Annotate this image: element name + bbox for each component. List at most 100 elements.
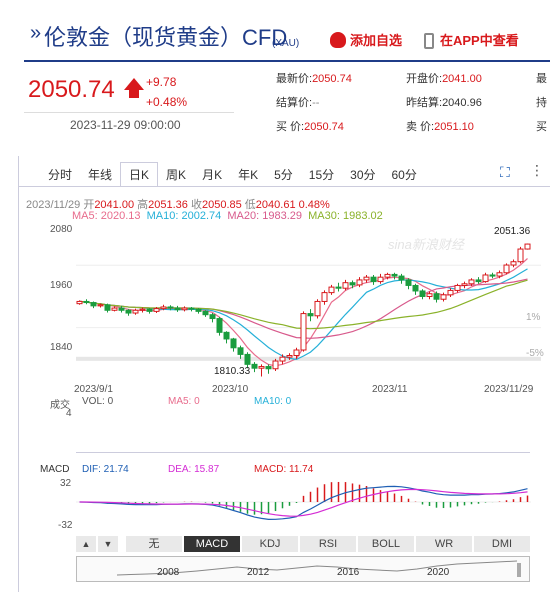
candle (517, 246, 524, 264)
ma5-label: MA5: 2020.13 (72, 210, 141, 222)
candle (272, 358, 279, 371)
volume-axis: 4 (66, 408, 72, 419)
dif-line (79, 485, 528, 521)
candle (83, 299, 90, 305)
macd-dea: DEA: 15.87 (168, 464, 220, 475)
candle (454, 283, 461, 293)
tab-9[interactable]: 60分 (384, 163, 425, 187)
tab-3[interactable]: 周K (158, 163, 194, 187)
candle (216, 316, 223, 336)
instrument-code: (XAU) (272, 38, 300, 49)
tab-5[interactable]: 年K (230, 163, 266, 187)
tabs-divider (18, 186, 550, 187)
nav-year-2008: 2008 (157, 567, 180, 578)
indicator-tab-2[interactable]: KDJ (242, 536, 298, 552)
indicator-tab-5[interactable]: WR (416, 536, 472, 552)
stat-prev-settle: 昨结算:2040.96 (406, 97, 482, 109)
fullscreen-icon[interactable]: ⛶ (500, 164, 510, 181)
candle (209, 313, 216, 323)
tab-8[interactable]: 30分 (342, 163, 383, 187)
candle (76, 300, 83, 305)
title-bar: » 伦敦金（现货黄金）CFD (XAU) 添加自选 在APP中查看 (0, 0, 550, 62)
nav-down-icon[interactable]: ▼ (98, 536, 118, 552)
nav-year-2016: 2016 (337, 567, 360, 578)
navigator-sparkline (116, 560, 518, 576)
tab-7[interactable]: 15分 (301, 163, 342, 187)
stat-high: 最 (536, 73, 547, 85)
stat-bid-vol: 买 (536, 121, 547, 133)
breadcrumb-arrow-icon: » (30, 22, 42, 44)
candle (524, 243, 531, 250)
candle (412, 283, 419, 295)
candle (300, 311, 307, 352)
change-percent: +0.48% (146, 95, 188, 109)
candle (405, 278, 412, 290)
price-tick-top: 2080 (50, 224, 73, 235)
stat-bid: 买 价:2050.74 (276, 121, 344, 133)
change-value: +9.78 (146, 75, 177, 89)
indicator-tab-1[interactable]: MACD (184, 536, 240, 552)
candle (146, 308, 153, 314)
navigator-handle[interactable] (517, 563, 521, 577)
candle (265, 364, 272, 374)
candle (328, 284, 335, 295)
candle (503, 263, 510, 275)
date-tick-oct: 2023/10 (212, 384, 249, 395)
tab-1[interactable]: 年线 (80, 163, 120, 187)
date-tick-end: 2023/11/29 (484, 384, 534, 395)
macd-title: MACD (40, 464, 70, 475)
candle (377, 273, 384, 284)
flame-icon (330, 32, 346, 48)
candle (188, 306, 195, 312)
nav-left-icon[interactable]: ▲ (76, 536, 96, 552)
indicator-tab-6[interactable]: DMI (474, 536, 530, 552)
candle (104, 303, 111, 313)
open-in-app-label: 在APP中查看 (440, 33, 519, 48)
candle (419, 289, 426, 300)
open-in-app-button[interactable]: 在APP中查看 (424, 30, 519, 49)
candle (314, 299, 321, 319)
indicator-tab-0[interactable]: 无 (126, 536, 182, 552)
period-tabs: 分时 年线 日K 周K 月K 年K 5分 15分 30分 60分 (40, 162, 425, 187)
title-divider (24, 60, 550, 62)
ma10-label: MA10: 2002.74 (146, 210, 222, 222)
volume-ma10: MA10: 0 (254, 396, 292, 407)
macd-axis-bottom: -32 (58, 520, 73, 531)
range-navigator[interactable]: 2008 2012 2016 2020 (76, 556, 530, 582)
tab-0[interactable]: 分时 (40, 163, 80, 187)
candle (174, 305, 181, 312)
nav-year-2020: 2020 (427, 567, 450, 578)
low-price-label: 1810.33 (214, 366, 251, 377)
candle (489, 272, 496, 279)
quote-time: 2023-11-29 09:00:00 (70, 118, 181, 132)
stat-settle: 结算价:-- (276, 97, 320, 109)
indicator-tab-3[interactable]: RSI (300, 536, 356, 552)
stat-open: 开盘价:2041.00 (406, 73, 482, 85)
indicator-tabs: ▲ ▼ 无 MACD KDJ RSI BOLL WR DMI (76, 536, 530, 552)
price-tick-bottom: 1840 (50, 342, 73, 353)
tab-2[interactable]: 日K (120, 162, 159, 187)
ma-legend: MA5: 2020.13 MA10: 2002.74 MA20: 1983.29… (72, 210, 383, 222)
add-favorite-button[interactable]: 添加自选 (330, 30, 402, 49)
candle (195, 308, 202, 314)
macd-value: MACD: 11.74 (254, 464, 314, 475)
date-tick-nov: 2023/11 (372, 384, 408, 395)
price-tick-mid: 1960 (50, 280, 73, 291)
candle (342, 279, 349, 291)
indicator-tab-4[interactable]: BOLL (358, 536, 414, 552)
nav-year-2012: 2012 (247, 567, 270, 578)
candlestick-chart (76, 243, 541, 377)
candle (181, 306, 188, 312)
candle (398, 273, 405, 284)
candle (230, 337, 237, 352)
ma30-label: MA30: 1983.02 (308, 210, 383, 222)
macd-chart (76, 481, 531, 521)
tab-4[interactable]: 月K (194, 163, 230, 187)
candle (447, 288, 454, 298)
settings-icon[interactable]: ⋮ (530, 162, 544, 179)
last-price: 2050.74 (28, 76, 115, 103)
candle (363, 274, 370, 283)
tab-6[interactable]: 5分 (266, 163, 301, 187)
quote-divider (24, 112, 234, 113)
ma20-label: MA20: 1983.29 (227, 210, 302, 222)
